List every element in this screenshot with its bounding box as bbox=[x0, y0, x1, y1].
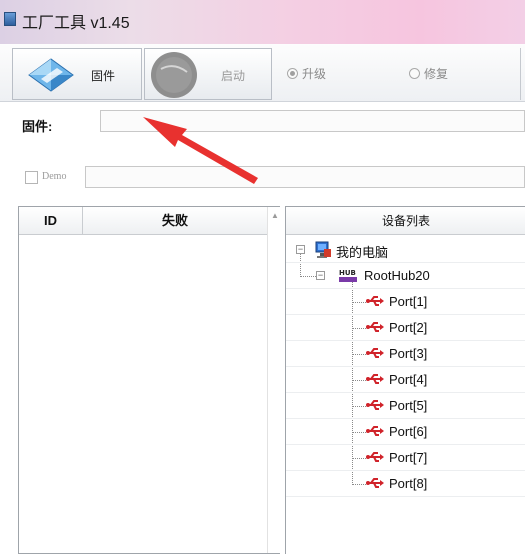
repair-radio-label: 修复 bbox=[424, 67, 449, 81]
tree-node-port-label: Port[2] bbox=[389, 320, 428, 335]
radio-dot bbox=[409, 68, 420, 79]
usb-icon bbox=[366, 478, 384, 488]
start-disc-icon bbox=[151, 52, 197, 98]
firmware-field-label: 固件: bbox=[22, 119, 53, 134]
usb-icon bbox=[366, 400, 384, 410]
collapse-icon[interactable]: − bbox=[296, 245, 305, 254]
start-button[interactable]: 启动 bbox=[144, 48, 272, 100]
firmware-path-field[interactable] bbox=[100, 110, 525, 132]
tree-node-port[interactable]: Port[4] bbox=[286, 367, 525, 393]
tree-node-port[interactable]: Port[3] bbox=[286, 341, 525, 367]
demo-field[interactable] bbox=[85, 166, 525, 188]
column-id[interactable]: ID bbox=[19, 207, 83, 235]
usb-icon bbox=[366, 452, 384, 462]
tree-node-port-label: Port[6] bbox=[389, 424, 428, 439]
fail-list-header: ID 失败 bbox=[19, 207, 267, 235]
tree-node-port[interactable]: Port[6] bbox=[286, 419, 525, 445]
hub-icon: HUB bbox=[339, 269, 357, 282]
tree-node-computer[interactable]: − 我的电脑 bbox=[286, 237, 525, 263]
usb-icon bbox=[366, 374, 384, 384]
demo-label: Demo bbox=[42, 171, 67, 182]
tree-node-port-label: Port[7] bbox=[389, 450, 428, 465]
tree-node-computer-label: 我的电脑 bbox=[336, 245, 389, 260]
title-bar: 工厂工具 v1.45 bbox=[0, 0, 525, 44]
collapse-icon[interactable]: − bbox=[316, 271, 325, 280]
tree-node-port-label: Port[4] bbox=[389, 372, 428, 387]
usb-icon bbox=[366, 348, 384, 358]
app-icon bbox=[4, 12, 16, 26]
tree-node-port[interactable]: Port[2] bbox=[286, 315, 525, 341]
usb-icon bbox=[366, 322, 384, 332]
fail-list[interactable]: ID 失败 ▲ bbox=[18, 206, 280, 554]
firmware-button-label: 固件 bbox=[91, 69, 116, 83]
device-tree[interactable]: 设备列表 − 我的电脑 − HUB RootHub20 Port[1] Port[… bbox=[285, 206, 525, 554]
tree-node-port-label: Port[3] bbox=[389, 346, 428, 361]
scroll-up-icon[interactable]: ▲ bbox=[271, 211, 279, 220]
tree-node-port[interactable]: Port[5] bbox=[286, 393, 525, 419]
svg-text:HUB: HUB bbox=[339, 269, 356, 277]
usb-icon bbox=[366, 296, 384, 306]
tree-node-port-label: Port[5] bbox=[389, 398, 428, 413]
tree-node-hub[interactable]: − HUB RootHub20 bbox=[286, 263, 525, 289]
column-fail[interactable]: 失败 bbox=[83, 207, 267, 235]
tree-node-port[interactable]: Port[8] bbox=[286, 471, 525, 497]
computer-icon bbox=[315, 241, 331, 258]
tree-node-port-label: Port[1] bbox=[389, 294, 428, 309]
repair-radio[interactable]: 修复 bbox=[409, 65, 448, 82]
usb-icon bbox=[366, 426, 384, 436]
toolbar-separator bbox=[520, 48, 521, 100]
upgrade-radio[interactable]: 升级 bbox=[287, 65, 326, 82]
radio-dot bbox=[287, 68, 298, 79]
firmware-button[interactable]: 固件 bbox=[12, 48, 142, 100]
start-button-label: 启动 bbox=[221, 69, 246, 83]
tree-node-port-label: Port[8] bbox=[389, 476, 428, 491]
diamond-icon bbox=[28, 58, 74, 92]
demo-checkbox[interactable] bbox=[25, 171, 38, 184]
window-title: 工厂工具 v1.45 bbox=[22, 15, 130, 32]
upgrade-radio-label: 升级 bbox=[302, 67, 327, 81]
tree-node-port[interactable]: Port[1] bbox=[286, 289, 525, 315]
toolbar: 固件 启动 升级 修复 bbox=[0, 44, 525, 102]
fail-list-scrollbar[interactable]: ▲ bbox=[267, 207, 280, 553]
tree-node-hub-label: RootHub20 bbox=[364, 268, 430, 283]
tree-node-port[interactable]: Port[7] bbox=[286, 445, 525, 471]
device-tree-header: 设备列表 bbox=[286, 207, 525, 235]
